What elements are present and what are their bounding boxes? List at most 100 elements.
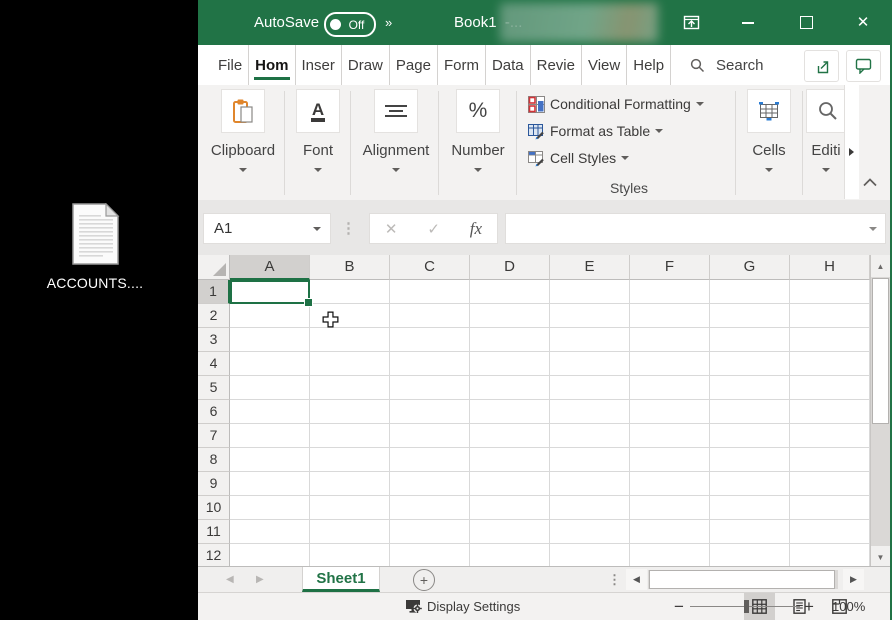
column-header-B[interactable]: B (310, 255, 390, 280)
chevron-down-icon (621, 156, 629, 160)
scroll-right-button[interactable]: ▶ (843, 569, 864, 590)
active-tab-underline (254, 77, 289, 80)
collapse-ribbon-icon[interactable] (862, 177, 878, 187)
zoom-out-icon: − (674, 597, 684, 617)
tab-file[interactable]: File (212, 45, 249, 85)
group-separator (802, 91, 803, 195)
alignment-group-button[interactable]: Alignment (354, 85, 438, 200)
formula-buttons: ✕ ✓ fx (369, 213, 498, 244)
tab-draw[interactable]: Draw (342, 45, 390, 85)
cell-styles-button[interactable]: Cell Styles (528, 146, 629, 170)
tab-bar-splitter[interactable]: ⋮ (608, 567, 621, 592)
cancel-icon[interactable]: ✕ (385, 220, 398, 238)
horizontal-scrollbar[interactable] (648, 570, 838, 589)
sheet-tab-sheet1[interactable]: Sheet1 (302, 567, 380, 592)
tab-page-layout[interactable]: Page (390, 45, 438, 85)
alignment-icon-button[interactable] (374, 89, 418, 133)
chevron-down-icon (392, 168, 400, 172)
zoom-in-button[interactable]: + (804, 593, 814, 620)
font-icon-button[interactable]: A (296, 89, 340, 133)
cells-group-button[interactable]: Cells (745, 85, 793, 200)
row-header-9[interactable]: 9 (198, 472, 230, 496)
vertical-scrollbar[interactable]: ▲ ▼ (870, 255, 890, 566)
tab-home[interactable]: Hom (249, 45, 295, 85)
cell-styles-icon (528, 150, 545, 167)
font-group-button[interactable]: A Font (286, 85, 350, 200)
conditional-formatting-icon (528, 96, 545, 113)
row-header-3[interactable]: 3 (198, 328, 230, 352)
scroll-down-icon: ▼ (877, 553, 885, 562)
row-header-7[interactable]: 7 (198, 424, 230, 448)
sheet-next-button[interactable]: ▶ (256, 567, 264, 592)
formula-bar-splitter[interactable]: ⋮ (341, 213, 356, 242)
zoom-slider-thumb[interactable] (744, 600, 749, 613)
tab-help[interactable]: Help (627, 45, 671, 85)
autosave-toggle[interactable]: Off (324, 12, 376, 37)
column-header-A[interactable]: A (230, 255, 310, 280)
horizontal-scroll-thumb[interactable] (649, 570, 835, 589)
column-header-E[interactable]: E (550, 255, 630, 280)
row-header-4[interactable]: 4 (198, 352, 230, 376)
format-as-table-button[interactable]: Format as Table (528, 119, 663, 143)
formula-expand-icon[interactable] (869, 227, 877, 231)
name-box-dropdown-icon[interactable] (313, 227, 321, 231)
minimize-button[interactable] (729, 0, 767, 45)
row-header-1[interactable]: 1 (198, 280, 230, 304)
new-sheet-button[interactable]: + (413, 569, 435, 591)
row-header-5[interactable]: 5 (198, 376, 230, 400)
row-header-2[interactable]: 2 (198, 304, 230, 328)
number-group-button[interactable]: % Number (442, 85, 514, 200)
ribbon-clipped-panel (844, 85, 859, 199)
scroll-up-button[interactable]: ▲ (871, 255, 890, 277)
share-button[interactable] (804, 50, 839, 82)
display-settings-button[interactable]: Display Settings (405, 593, 520, 620)
number-icon-button[interactable]: % (456, 89, 500, 133)
cell-styles-label: Cell Styles (550, 150, 616, 166)
sheet-prev-button[interactable]: ◀ (226, 567, 234, 592)
search-box[interactable]: Search (690, 45, 764, 85)
column-header-C[interactable]: C (390, 255, 470, 280)
scroll-down-button[interactable]: ▼ (871, 546, 890, 566)
worksheet-grid: A B C D E F G H 1 2 3 4 5 6 7 8 9 10 11 … (198, 255, 892, 566)
formula-input[interactable] (505, 213, 886, 244)
close-button[interactable]: ✕ (844, 0, 882, 45)
row-header-11[interactable]: 11 (198, 520, 230, 544)
zoom-level[interactable]: 100% (832, 593, 865, 620)
clipboard-icon-button[interactable] (221, 89, 265, 133)
cells-icon-button[interactable] (747, 89, 791, 133)
clipboard-group-button[interactable]: Clipboard (204, 85, 282, 200)
group-separator (438, 91, 439, 195)
column-header-G[interactable]: G (710, 255, 790, 280)
editing-icon-button[interactable] (806, 89, 846, 133)
comments-button[interactable] (846, 50, 881, 82)
column-header-H[interactable]: H (790, 255, 870, 280)
scroll-left-button[interactable]: ◀ (626, 569, 647, 590)
ribbon-display-options-button[interactable] (672, 0, 710, 45)
insert-function-icon[interactable]: fx (470, 219, 482, 239)
enter-icon[interactable]: ✓ (427, 220, 440, 238)
tab-data[interactable]: Data (486, 45, 531, 85)
tab-view[interactable]: View (582, 45, 627, 85)
editing-group-button[interactable]: Editi (806, 85, 846, 200)
zoom-in-icon: + (804, 597, 814, 617)
vertical-scroll-thumb[interactable] (872, 278, 889, 424)
row-header-8[interactable]: 8 (198, 448, 230, 472)
tab-insert[interactable]: Inser (296, 45, 342, 85)
select-all-corner[interactable] (198, 255, 230, 280)
maximize-button[interactable] (787, 0, 825, 45)
desktop-file-accounts[interactable]: ACCOUNTS.... (34, 203, 156, 291)
more-arrow-icon[interactable] (849, 148, 854, 156)
quick-access-overflow-icon[interactable]: » (385, 0, 390, 45)
fill-handle[interactable] (304, 298, 313, 307)
row-header-12[interactable]: 12 (198, 544, 230, 566)
name-box[interactable]: A1 (203, 213, 331, 244)
tab-review[interactable]: Revie (531, 45, 582, 85)
tab-formulas[interactable]: Form (438, 45, 486, 85)
zoom-out-button[interactable]: − (674, 593, 684, 620)
conditional-formatting-button[interactable]: Conditional Formatting (528, 92, 704, 116)
row-header-6[interactable]: 6 (198, 400, 230, 424)
selected-cell-A1[interactable] (230, 280, 310, 304)
row-header-10[interactable]: 10 (198, 496, 230, 520)
column-header-D[interactable]: D (470, 255, 550, 280)
column-header-F[interactable]: F (630, 255, 710, 280)
